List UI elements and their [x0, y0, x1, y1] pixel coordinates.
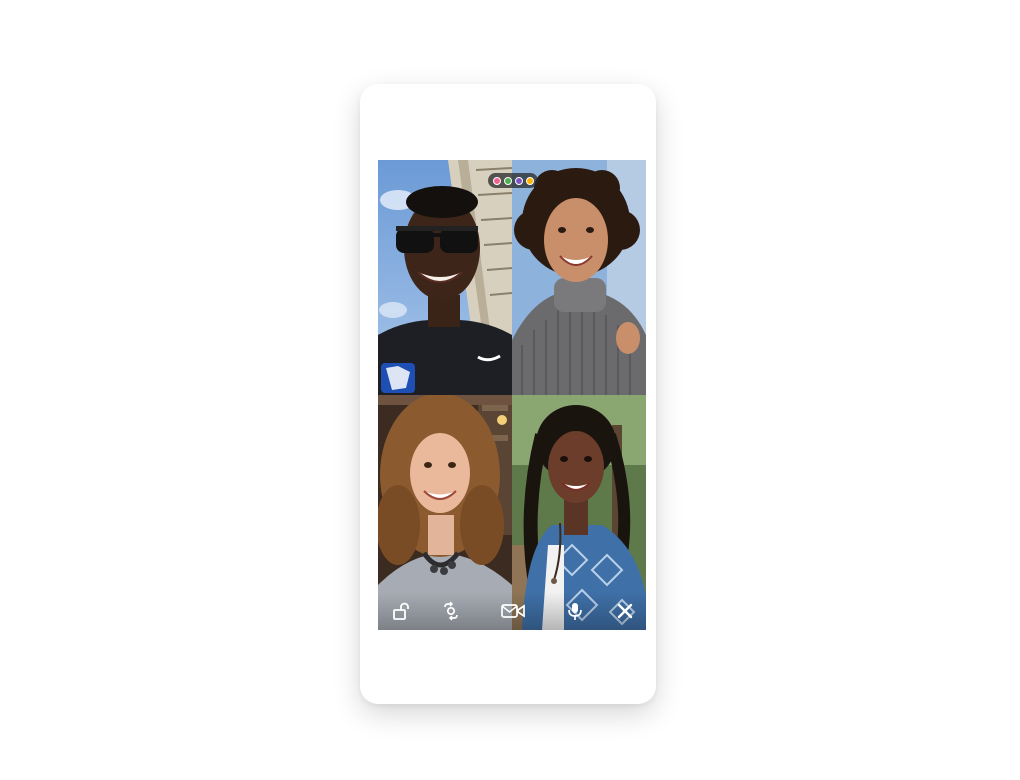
flip-camera-button[interactable]	[438, 600, 464, 622]
participant-dot	[503, 176, 512, 185]
lock-button[interactable]	[388, 600, 414, 622]
participant-1-video	[378, 160, 512, 395]
video-camera-icon	[501, 604, 525, 618]
participant-dot	[514, 176, 523, 185]
microphone-icon	[568, 603, 582, 620]
call-controls-bar	[378, 592, 646, 630]
video-tile-participant-1[interactable]	[378, 160, 512, 395]
phone-frame	[360, 84, 656, 704]
group-video-call-screen	[378, 160, 646, 630]
participants-indicator	[488, 173, 538, 188]
participant-dot	[492, 176, 501, 185]
end-call-button[interactable]	[612, 600, 638, 622]
page-background	[0, 0, 1020, 780]
microphone-button[interactable]	[562, 600, 588, 622]
lock-icon	[393, 602, 409, 620]
participant-dot	[525, 176, 534, 185]
flip-camera-icon	[444, 601, 458, 621]
participant-2-video	[512, 160, 646, 395]
video-tile-participant-2[interactable]	[512, 160, 646, 395]
close-icon	[617, 603, 633, 619]
video-toggle-button[interactable]	[498, 600, 528, 622]
